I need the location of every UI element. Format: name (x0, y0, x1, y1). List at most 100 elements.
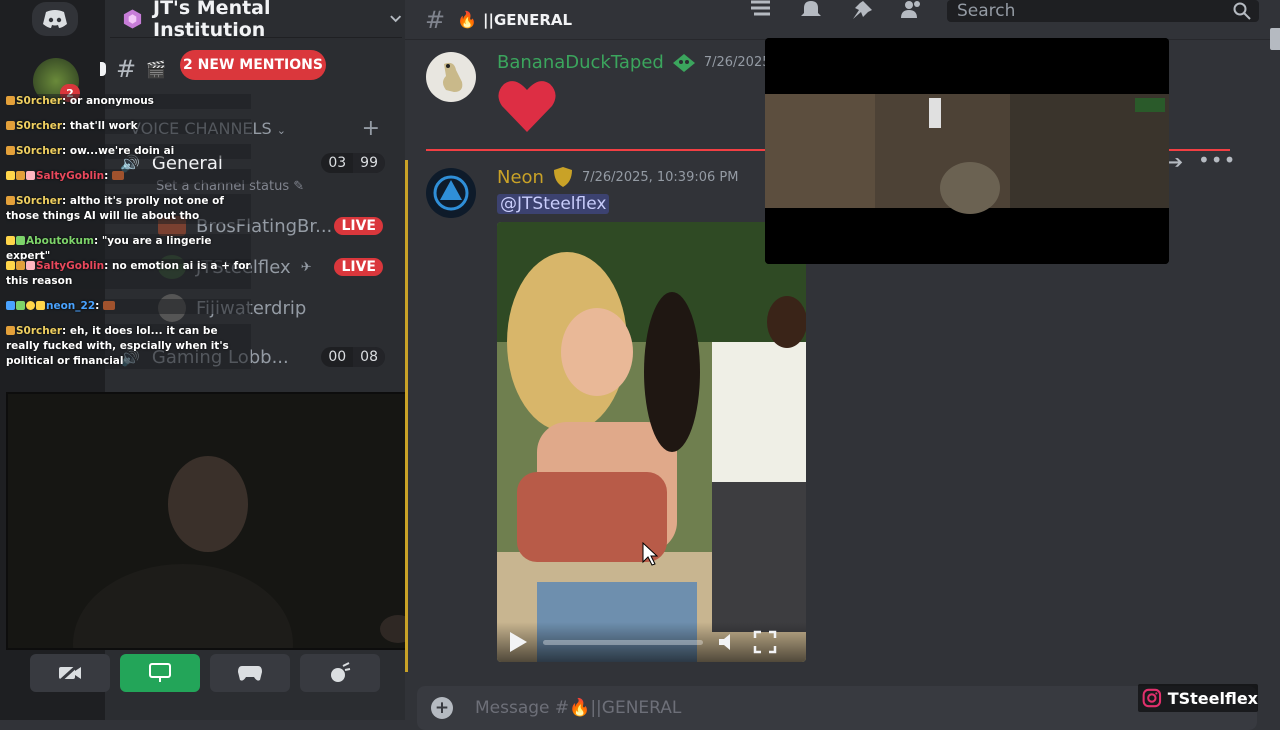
fire-icon: 🔥 (457, 10, 478, 29)
message-timestamp: 7/26/2025, 10:39:06 PM (581, 169, 739, 185)
badge-icon (6, 196, 15, 205)
user-limit: 99 (353, 153, 385, 173)
bell-icon[interactable] (800, 0, 822, 20)
inbox-icon[interactable] (1270, 28, 1280, 50)
shield-icon (553, 167, 572, 187)
chat-user: S0rcher (16, 325, 63, 337)
video-attachment[interactable] (497, 222, 806, 662)
chat-text: ow...we're doin ai (69, 145, 175, 157)
chat-text: that'll work (69, 120, 138, 132)
badge-icon (6, 261, 15, 270)
badge-icon (16, 236, 25, 245)
chat-user: S0rcher (16, 195, 63, 207)
badge-icon (6, 96, 15, 105)
message-header: Neon 7/26/2025, 10:39:06 PM (497, 166, 738, 188)
add-channel-icon[interactable]: + (362, 116, 380, 141)
role-icon (672, 53, 695, 72)
chevron-down-icon: ⌄ (276, 124, 286, 137)
badge-icon (16, 301, 25, 310)
pencil-icon: ✎ (293, 179, 305, 194)
soundboard-button[interactable] (300, 654, 380, 692)
user-mention[interactable]: @JTSteelflex (497, 194, 610, 214)
activities-button[interactable] (210, 654, 290, 692)
progress-bar[interactable] (543, 639, 703, 645)
add-attachment-icon[interactable]: + (431, 697, 453, 719)
live-badge: LIVE (334, 258, 383, 276)
new-mentions-pill[interactable]: 2 NEW MENTIONS (180, 50, 326, 80)
voice-controls (30, 654, 380, 694)
badge-icon (6, 121, 15, 130)
badge-icon (6, 146, 15, 155)
cursor-icon (642, 542, 658, 566)
avatar[interactable] (426, 52, 476, 102)
gift-icon (26, 261, 35, 270)
badge-icon (6, 326, 15, 335)
chat-message: S0rcher: or anonymous (6, 94, 251, 109)
camera-off-button[interactable] (30, 654, 110, 692)
server-header[interactable]: JT's Mental Institution (110, 0, 402, 41)
chevron-down-icon (389, 14, 401, 22)
instagram-icon (1142, 688, 1162, 708)
server-boost-icon (123, 8, 142, 29)
message-author[interactable]: Neon (497, 167, 544, 188)
badge-icon (16, 261, 25, 270)
discord-home-icon[interactable] (32, 2, 78, 36)
chat-user: Aboutokum (26, 235, 94, 247)
badge-icon (26, 301, 35, 310)
search-placeholder: Search (957, 1, 1016, 21)
chat-message: SaltyGoblin: no emotion ai is a + for th… (6, 259, 251, 289)
message-composer[interactable]: + Message #🔥||GENERAL (417, 686, 1257, 730)
muted-icon: ✈ (300, 259, 312, 275)
webcam-feed (6, 392, 456, 650)
text-channel-icon: # (425, 5, 446, 34)
chat-message: S0rcher: altho it's prolly not one of th… (6, 194, 251, 224)
badge-icon (16, 171, 25, 180)
share-screen-button[interactable] (120, 654, 200, 692)
chat-user: S0rcher (16, 120, 63, 132)
badge-icon (6, 171, 15, 180)
live-badge: LIVE (334, 217, 383, 235)
badge-icon (6, 236, 15, 245)
text-channel-icon: # (116, 55, 137, 83)
gift-icon (26, 171, 35, 180)
search-icon (1233, 2, 1251, 20)
channel-row-partial[interactable]: # 🎬 (100, 55, 180, 83)
chat-message: S0rcher: that'll work (6, 119, 251, 134)
heart-icon (496, 78, 558, 134)
badge-icon (36, 301, 45, 310)
avatar[interactable] (426, 168, 476, 218)
volume-icon[interactable] (717, 632, 739, 652)
video-controls (497, 622, 806, 662)
chat-message: S0rcher: ow...we're doin ai (6, 144, 251, 159)
members-icon[interactable] (900, 0, 924, 20)
chat-user: SaltyGoblin (36, 170, 105, 182)
play-icon[interactable] (507, 630, 529, 654)
emote-icon (103, 301, 116, 310)
chat-message: neon_22: (6, 299, 251, 314)
forward-icon[interactable]: ➔ (1168, 152, 1183, 173)
clapper-icon: 🎬 (146, 59, 167, 79)
instagram-handle: TSteelflex (1167, 688, 1258, 708)
badge-icon (6, 301, 15, 310)
chat-user: neon_22 (46, 300, 96, 312)
stream-chat-overlay: S0rcher: or anonymous S0rcher: that'll w… (0, 92, 255, 372)
message-author[interactable]: BananaDuckTaped (497, 52, 664, 73)
server-name: JT's Mental Institution (153, 0, 271, 41)
user-limit: 08 (353, 347, 385, 367)
chat-message: SaltyGoblin: (6, 169, 251, 184)
chat-user: S0rcher (16, 95, 63, 107)
more-options-icon[interactable]: ••• (1198, 148, 1236, 172)
user-count: 00 (328, 349, 347, 365)
user-limit-pill: 03 99 (321, 153, 385, 173)
fullscreen-icon[interactable] (753, 630, 777, 654)
pin-icon[interactable] (850, 0, 874, 20)
message-input[interactable]: Message #🔥||GENERAL (475, 698, 681, 718)
user-count: 03 (328, 155, 347, 171)
threads-icon[interactable] (748, 0, 774, 20)
chat-text: or anonymous (69, 95, 154, 107)
chat-message: S0rcher: eh, it does lol... it can be re… (6, 324, 251, 369)
chat-user: S0rcher (16, 145, 63, 157)
emote-icon (112, 171, 124, 180)
search-input[interactable]: Search (947, 0, 1259, 22)
channel-title: ||GENERAL (483, 10, 573, 29)
